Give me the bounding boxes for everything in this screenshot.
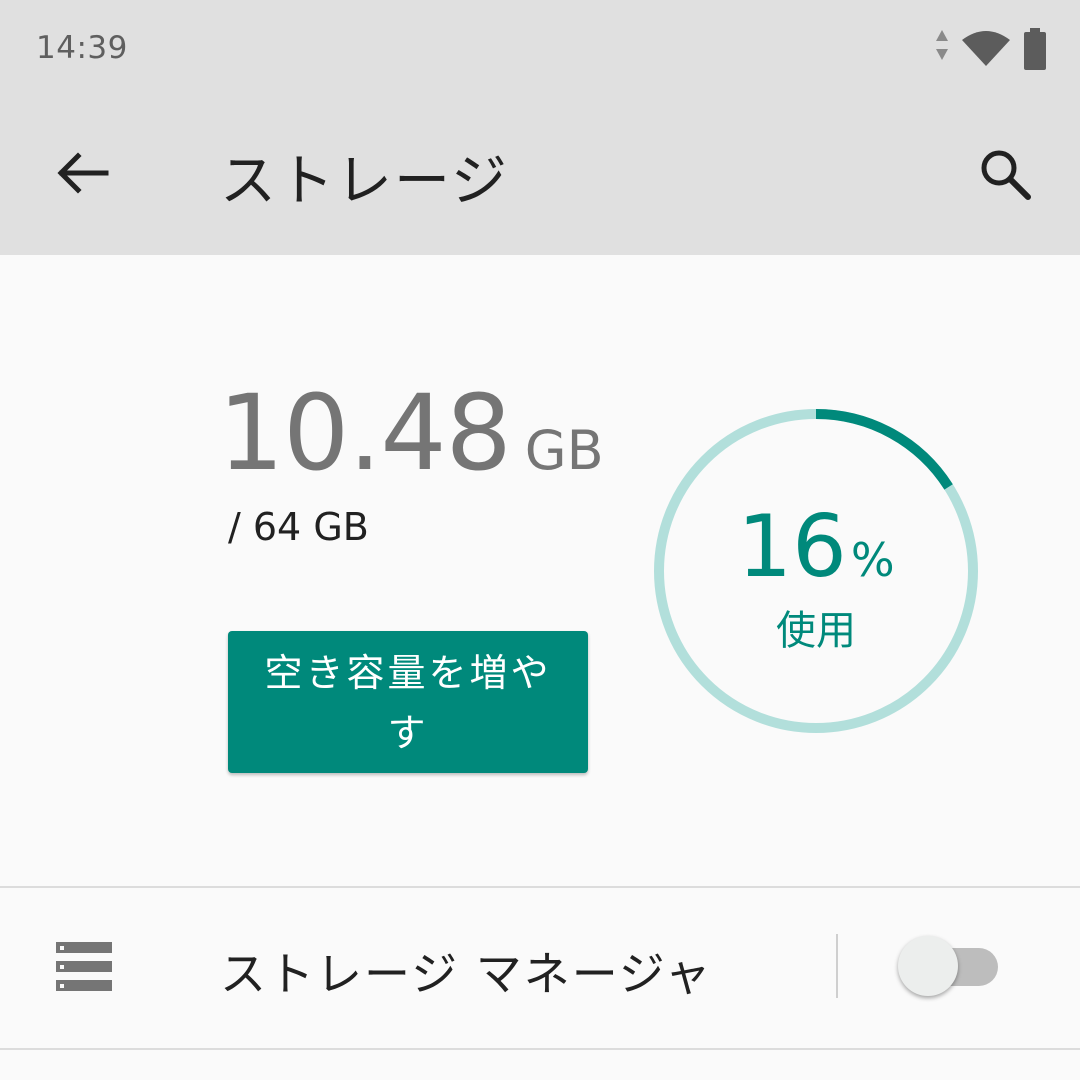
free-up-space-button[interactable]: 空き容量を増やす [228, 631, 588, 773]
page-title: ストレージ [220, 149, 509, 214]
arrow-back-icon [57, 152, 109, 194]
used-storage-unit: GB [524, 419, 604, 482]
data-arrows-icon [936, 30, 948, 60]
storage-list-icon [56, 942, 112, 991]
divider [0, 1048, 1080, 1050]
wifi-icon [962, 31, 1010, 66]
battery-icon [1024, 28, 1046, 70]
usage-label: 使用 [776, 608, 856, 654]
usage-percent: 16% [652, 497, 980, 597]
toggle-thumb [898, 936, 958, 996]
storage-manager-label: ストレージ マネージャ [220, 947, 713, 1001]
storage-manager-row[interactable]: ストレージ マネージャ [0, 888, 1080, 1048]
used-storage-value: 10.48 [218, 372, 512, 494]
vertical-divider [836, 934, 838, 998]
search-icon [981, 150, 1031, 200]
search-button[interactable] [966, 142, 1050, 226]
storage-manager-toggle[interactable] [898, 934, 1002, 996]
back-button[interactable] [42, 142, 126, 226]
total-storage: / 64 GB [228, 505, 369, 549]
used-storage: 10.48 GB [218, 372, 604, 494]
app-bar: ストレージ [0, 100, 1080, 255]
status-time: 14:39 [36, 30, 128, 66]
usage-percent-value: 16 [737, 497, 847, 597]
usage-percent-sign: % [850, 533, 895, 587]
status-bar: 14:39 [0, 0, 1080, 100]
